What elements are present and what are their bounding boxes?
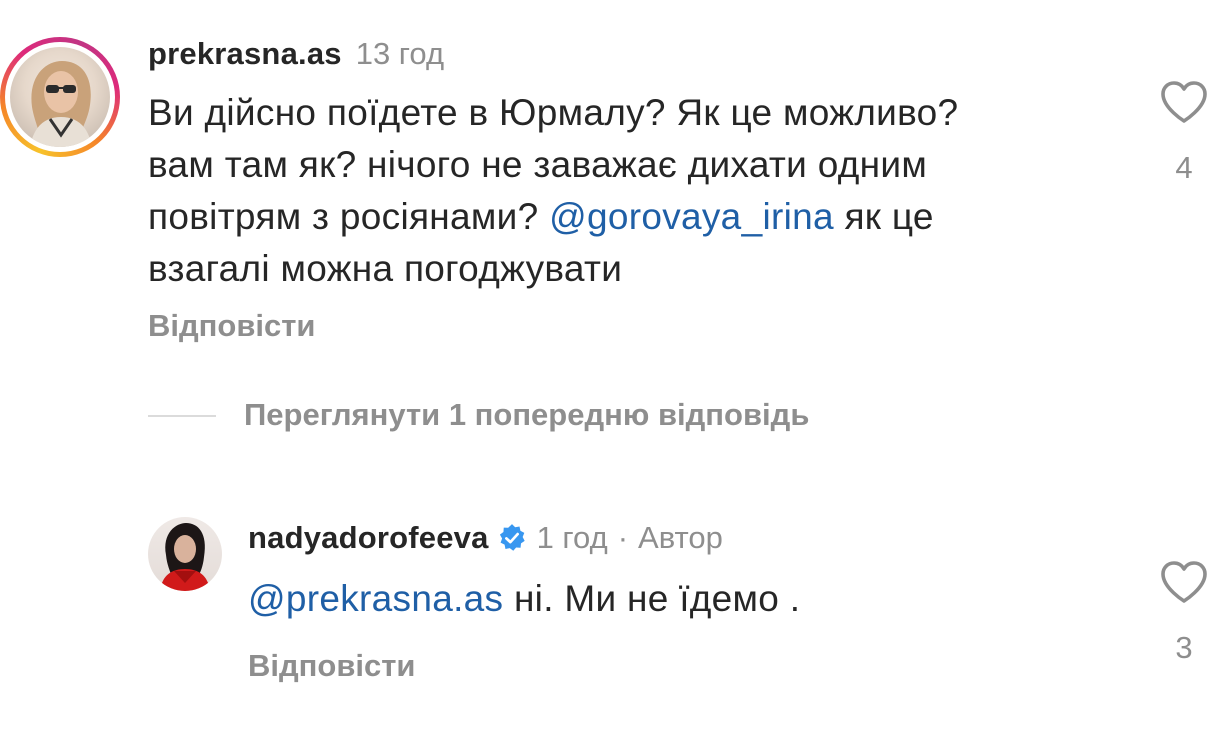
avatar[interactable]	[148, 517, 222, 591]
heart-outline-icon[interactable]	[1159, 80, 1209, 124]
like-column: 4	[1154, 80, 1214, 186]
comment-text-segment: ні. Ми не їдемо .	[503, 578, 801, 619]
view-replies-button[interactable]: Переглянути 1 попередню відповідь	[244, 397, 809, 433]
reply-button[interactable]: Відповісти	[148, 308, 316, 344]
timestamp[interactable]: 1 год	[537, 520, 608, 556]
avatar	[10, 47, 110, 147]
username[interactable]: nadyadorofeeva	[248, 520, 489, 556]
comment-header: nadyadorofeeva 1 год · Автор	[248, 520, 723, 556]
comment-line: вам там як? нічого не заважає дихати одн…	[148, 144, 928, 185]
like-count: 4	[1175, 150, 1193, 185]
comment-text: @prekrasna.as ні. Ми не їдемо .	[248, 573, 800, 625]
comment-line: повітрям з росіянами? @gorovaya_irina як…	[148, 191, 1128, 243]
avatar-photo	[160, 523, 210, 591]
reply-button[interactable]: Відповісти	[248, 648, 416, 684]
divider-line	[148, 415, 216, 417]
verified-badge-icon	[499, 524, 525, 551]
avatar-photo	[30, 61, 92, 147]
comment-header: prekrasna.as 13 год	[148, 36, 444, 72]
story-ring-avatar[interactable]	[0, 37, 120, 157]
mention-link[interactable]: @prekrasna.as	[248, 578, 503, 619]
like-count: 3	[1175, 630, 1193, 665]
author-badge: Автор	[638, 520, 723, 555]
mention-link[interactable]: @gorovaya_irina	[549, 196, 834, 237]
username[interactable]: prekrasna.as	[148, 36, 342, 72]
separator-dot: ·	[617, 520, 629, 555]
timestamp[interactable]: 13 год	[356, 36, 444, 72]
like-column: 3	[1154, 560, 1214, 666]
heart-outline-icon[interactable]	[1159, 560, 1209, 604]
comment-line: Ви дійсно поїдете в Юрмалу? Як це можлив…	[148, 92, 959, 133]
comment-text-segment: повітрям з росіянами?	[148, 196, 550, 237]
comment-text-segment: як це	[833, 196, 934, 237]
comment-text: Ви дійсно поїдете в Юрмалу? Як це можлив…	[148, 87, 1128, 295]
comment-line: взагалі можна погоджувати	[148, 248, 623, 289]
